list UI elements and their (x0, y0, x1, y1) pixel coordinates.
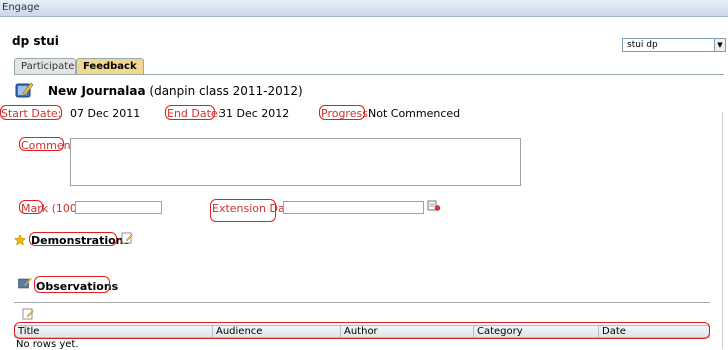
tab-divider (14, 74, 724, 75)
add-observation-icon[interactable] (22, 308, 34, 320)
progress-value: Not Commenced (368, 107, 461, 120)
annotation-oval (14, 322, 710, 339)
annotation-oval (165, 105, 215, 120)
section-divider (14, 302, 710, 303)
chevron-down-icon[interactable]: ▼ (714, 39, 725, 51)
app-header-bar: Engage (0, 0, 728, 17)
tab-participate[interactable]: Participate (14, 58, 76, 74)
page-title: dp stui (12, 34, 59, 48)
journal-heading: New Journalaa (danpin class 2011-2012) (48, 84, 303, 98)
annotation-oval (29, 232, 117, 246)
annotation-oval (0, 105, 62, 120)
tab-feedback[interactable]: Feedback (76, 58, 144, 74)
annotation-oval (19, 137, 64, 151)
mark-input[interactable] (75, 201, 162, 214)
start-date-value: 07 Dec 2011 (70, 107, 141, 120)
calendar-icon[interactable] (427, 200, 441, 212)
journal-class: (danpin class 2011-2012) (149, 84, 303, 98)
grid-empty-text: No rows yet. (16, 339, 79, 350)
journal-name: New Journalaa (48, 84, 146, 98)
add-note-icon[interactable] (121, 232, 133, 244)
user-select[interactable]: stui dp ▼ (622, 38, 726, 52)
user-select-value: stui dp (627, 40, 658, 50)
scroll-edge (722, 112, 723, 349)
extension-date-input[interactable] (283, 201, 424, 214)
annotation-oval (19, 200, 43, 214)
star-icon (14, 234, 26, 246)
comment-textarea[interactable] (70, 138, 521, 186)
annotation-oval (210, 199, 276, 222)
journal-icon (15, 82, 34, 98)
app-title: Engage (2, 2, 40, 13)
observation-icon (18, 277, 32, 289)
annotation-oval (34, 276, 110, 293)
annotation-oval (319, 105, 365, 120)
end-date-value: 31 Dec 2012 (219, 107, 290, 120)
